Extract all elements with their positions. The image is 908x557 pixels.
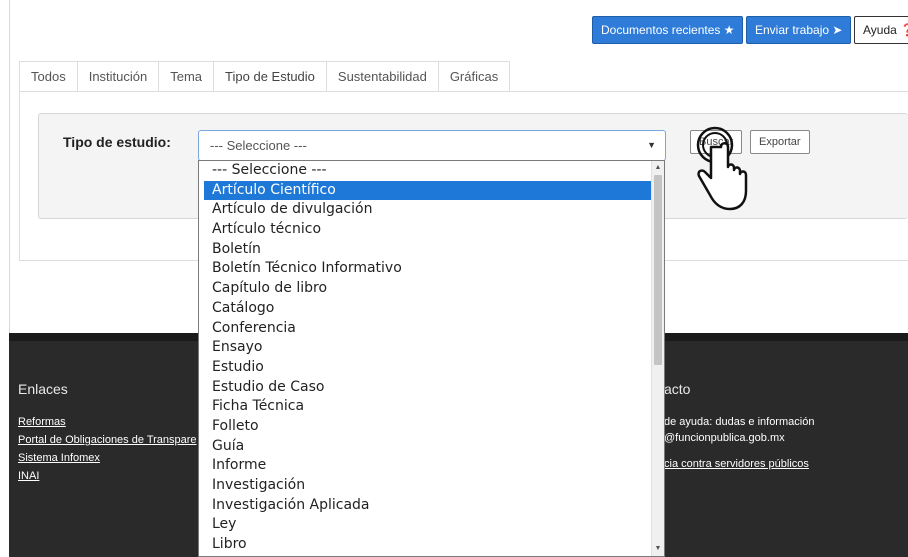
pointer-hand-icon [696,126,748,211]
export-button[interactable]: Exportar [750,130,810,154]
dropdown-option[interactable]: Artículo Científico [204,180,651,201]
dropdown-scrollbar[interactable]: ▲ ▼ [651,161,664,556]
dropdown-option[interactable]: Ensayo [199,338,664,358]
tab-tipo-de-estudio[interactable]: Tipo de Estudio [213,61,326,92]
dropdown-option[interactable]: Ley [199,515,664,535]
dropdown-option[interactable]: Investigación Aplicada [199,496,664,516]
study-type-label: Tipo de estudio: [63,134,171,150]
dropdown-option[interactable]: Ficha Técnica [199,397,664,417]
study-type-select[interactable]: --- Seleccione --- ▼ [198,130,666,161]
study-type-dropdown[interactable]: --- Seleccione --- Artículo Científico Art… [198,160,665,557]
dropdown-option[interactable]: Boletín [199,240,664,260]
scrollbar-thumb[interactable] [654,175,662,365]
footer-contact-title: acto [664,381,691,397]
dropdown-option[interactable]: Catálogo [199,299,664,319]
dropdown-option[interactable]: Investigación [199,476,664,496]
footer-link-infomex[interactable]: Sistema Infomex [18,452,100,464]
send-work-button[interactable]: Enviar trabajo ➤ [746,16,852,44]
dropdown-options: --- Seleccione --- Artículo Científico Art… [199,161,664,555]
dropdown-option[interactable]: Boletín Técnico Informativo [199,259,664,279]
dropdown-option[interactable]: Conferencia [199,319,664,339]
dropdown-option[interactable]: Informe [199,456,664,476]
dropdown-option[interactable]: Artículo técnico [199,220,664,240]
tab-institucion[interactable]: Institución [76,61,159,92]
footer-links-title: Enlaces [18,381,68,397]
tab-sustentabilidad[interactable]: Sustentabilidad [325,61,438,92]
dropdown-option[interactable]: --- Seleccione --- [199,161,664,181]
dropdown-option[interactable]: Guía [199,437,664,457]
tab-graficas[interactable]: Gráficas [437,61,511,92]
tab-bar: Todos Institución Tema Tipo de Estudio S… [19,61,511,92]
chevron-down-icon: ▼ [647,140,656,150]
footer-contact-line: de ayuda: dudas e información [664,416,815,428]
dropdown-option[interactable]: Estudio [199,358,664,378]
recent-documents-button[interactable]: Documentos recientes ★ [592,16,744,44]
footer-link-transparencia[interactable]: Portal de Obligaciones de Transpare [18,434,197,446]
scroll-up-icon[interactable]: ▲ [652,162,664,174]
footer-link-denuncia[interactable]: cia contra servidores públicos [664,458,809,470]
footer-contact-email: @funcionpublica.gob.mx [664,432,785,444]
dropdown-option[interactable]: Libro [199,535,664,555]
dropdown-option[interactable]: Capítulo de libro [199,279,664,299]
dropdown-option[interactable]: Estudio de Caso [199,378,664,398]
footer-link-reformas[interactable]: Reformas [18,416,66,428]
select-value: --- Seleccione --- [210,138,307,153]
scroll-down-icon[interactable]: ▼ [652,543,664,555]
tab-tema[interactable]: Tema [158,61,214,92]
footer-link-inai[interactable]: INAI [18,470,39,482]
dropdown-option[interactable]: Artículo de divulgación [199,200,664,220]
dropdown-option[interactable]: Folleto [199,417,664,437]
tab-todos[interactable]: Todos [19,61,77,92]
help-button[interactable]: Ayuda ❓ [854,16,908,44]
